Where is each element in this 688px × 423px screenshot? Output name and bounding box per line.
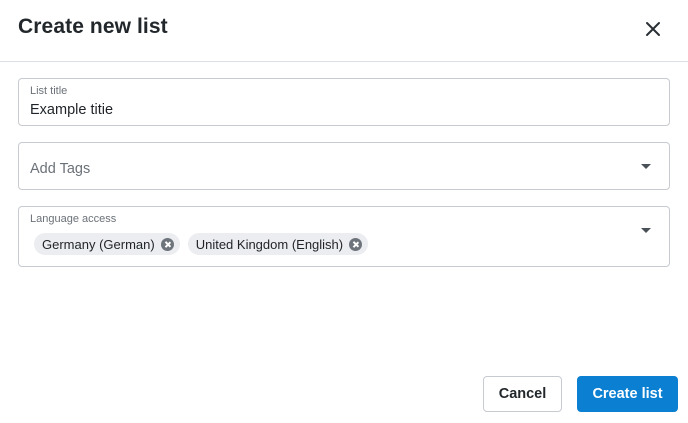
list-title-input[interactable]: Example titie xyxy=(30,102,113,118)
dropdown-arrow-icon[interactable] xyxy=(641,228,651,233)
remove-chip-icon[interactable] xyxy=(349,237,363,251)
list-title-label: List title xyxy=(30,85,68,97)
close-icon xyxy=(646,22,660,36)
tags-select[interactable]: Add Tags xyxy=(18,142,670,190)
dropdown-arrow-icon[interactable] xyxy=(641,164,651,169)
list-title-field[interactable]: List title Example titie xyxy=(18,78,670,126)
tags-placeholder: Add Tags xyxy=(30,161,91,177)
dialog-title: Create new list xyxy=(18,15,168,38)
remove-chip-icon[interactable] xyxy=(160,237,174,251)
language-chips: Germany (German) United Kingdom (English… xyxy=(34,233,369,255)
language-chip-united-kingdom: United Kingdom (English) xyxy=(187,233,369,255)
create-list-dialog: Create new list List title Example titie… xyxy=(0,0,688,423)
language-access-label: Language access xyxy=(30,213,117,225)
close-button[interactable] xyxy=(638,14,668,44)
language-chip-germany: Germany (German) xyxy=(34,233,180,255)
dialog-header: Create new list xyxy=(0,0,688,62)
chip-label: United Kingdom (English) xyxy=(195,236,344,252)
cancel-button[interactable]: Cancel xyxy=(483,376,562,412)
create-list-button[interactable]: Create list xyxy=(577,376,678,412)
language-access-select[interactable]: Language access Germany (German) United … xyxy=(18,206,670,267)
chip-label: Germany (German) xyxy=(42,236,155,252)
